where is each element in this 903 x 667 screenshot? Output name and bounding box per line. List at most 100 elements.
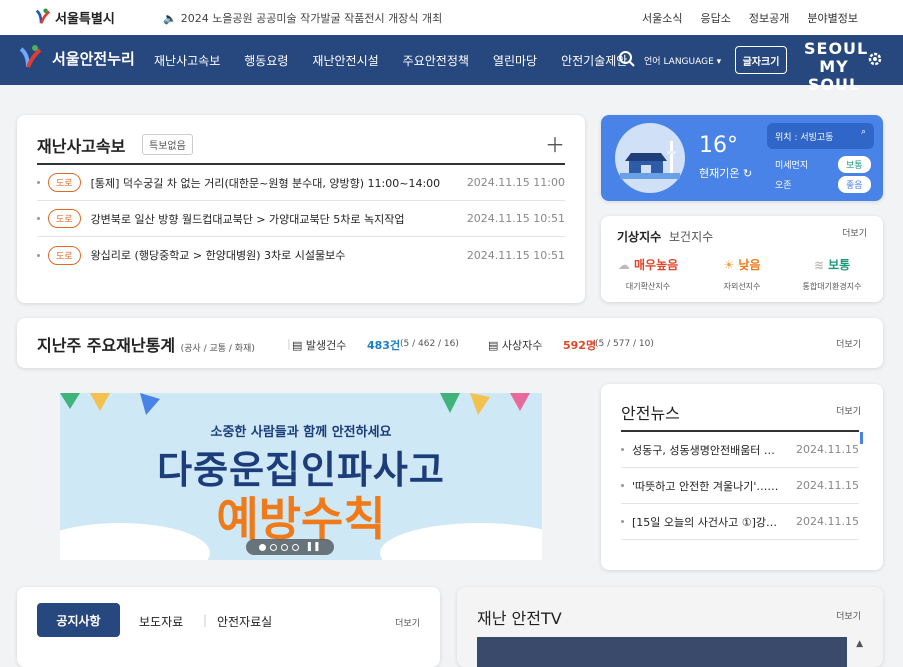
sun-icon: ☀: [723, 258, 735, 272]
ozone-badge: 좋음: [838, 176, 871, 193]
more-link[interactable]: 더보기: [842, 226, 867, 239]
disaster-text: [통제] 덕수궁길 차 없는 거리(대한문~원형 분수대, 양방향) 11:00…: [90, 176, 441, 190]
nav-item[interactable]: 재난안전시설: [312, 52, 378, 69]
video-thumbnail[interactable]: [477, 637, 847, 667]
top-links: 서울소식 응답소 정보공개 분야별정보: [642, 10, 858, 26]
tab-notices[interactable]: 공지사항: [37, 603, 120, 637]
location-search[interactable]: 위치 : 서빙고동 ⌕: [767, 123, 874, 149]
tab-press[interactable]: 보도자료: [139, 613, 183, 630]
slogan-bottom: MY SOUL: [807, 57, 861, 94]
brand-name: 서울안전누리: [52, 49, 135, 68]
index-item: ☁ 매우높음 대기확산지수: [603, 256, 693, 292]
seoul-logo[interactable]: 서울특별시: [33, 7, 115, 27]
index-value: 매우높음: [634, 258, 679, 272]
document-icon: ▤: [292, 339, 303, 352]
plus-icon[interactable]: ＋: [545, 129, 565, 158]
location-text: 위치 : 서빙고동: [775, 133, 834, 143]
road-tag: 도로: [48, 209, 81, 228]
search-icon[interactable]: [618, 50, 636, 68]
disaster-text: 강변북로 일산 방향 월드컵대교북단 > 가양대교북단 5차로 녹지작업: [90, 212, 405, 226]
tab-weather-index[interactable]: 기상지수: [617, 228, 661, 245]
disaster-item[interactable]: 도로 왕십리로 (행당중학교 > 한양대병원) 3차로 시설물보수 2024.11.…: [37, 237, 565, 273]
disaster-date: 2024.11.15 10:51: [466, 248, 565, 262]
casualty-detail: (5 / 577 / 10): [595, 339, 654, 349]
brand-logo[interactable]: 서울안전누리: [16, 43, 135, 73]
tab-safety-data[interactable]: 안전자료실: [217, 613, 272, 630]
gear-icon[interactable]: [866, 50, 884, 68]
slogan-top: SEOUL: [804, 39, 869, 58]
index-item: ≋ 보통 통합대기환경지수: [787, 256, 877, 292]
top-link[interactable]: 분야별정보: [807, 10, 858, 26]
more-link[interactable]: 더보기: [836, 609, 861, 622]
stats-subtitle: (공사 / 교통 / 화재): [180, 344, 255, 354]
top-notice-text: 2024 노을공원 공공미술 작가발굴 작품전시 개장식 개최: [180, 12, 443, 25]
news-date: 2024.11.15: [796, 479, 859, 492]
nav-item[interactable]: 재난사고속보: [154, 52, 220, 69]
seoul-my-soul-logo: SEOUL MY SOUL: [804, 39, 869, 94]
nav-item[interactable]: 행동요령: [244, 52, 288, 69]
casualty-label: 사상자수: [501, 339, 543, 352]
disaster-text: 왕십리로 (행당중학교 > 한양대병원) 3차로 시설물보수: [90, 249, 346, 262]
seoul-emblem-icon: [35, 8, 51, 24]
top-notice[interactable]: 🔈 2024 노을공원 공공미술 작가발굴 작품전시 개장식 개최: [163, 10, 442, 26]
carousel-dot[interactable]: [270, 543, 278, 551]
cloud-icon: ☁: [617, 258, 630, 272]
weather-card: 16° 현재기온 ↻ 위치 : 서빙고동 ⌕ 미세먼지 보통 오존 좋음: [601, 115, 883, 201]
news-title: 안전뉴스: [621, 404, 680, 423]
safety-emblem-icon: [19, 45, 42, 68]
search-icon: ⌕: [860, 127, 866, 137]
carousel-dot[interactable]: [281, 543, 289, 551]
tab-health-index[interactable]: 보건지수: [669, 228, 713, 245]
nav-item[interactable]: 주요안전정책: [403, 52, 469, 69]
top-link[interactable]: 응답소: [701, 10, 731, 26]
disaster-item[interactable]: 도로 강변북로 일산 방향 월드컵대교북단 > 가양대교북단 5차로 녹지작업 20…: [37, 201, 565, 237]
language-select[interactable]: 언어 LANGUAGE ▾: [644, 54, 721, 67]
ozone-label: 오존: [775, 181, 792, 191]
disaster-date: 2024.11.15 11:00: [466, 176, 565, 189]
news-item[interactable]: 성동구, 성동생명안전배움터 … 2024.11.15: [621, 432, 859, 468]
index-value: 낮음: [738, 258, 761, 272]
more-link[interactable]: 더보기: [836, 337, 861, 350]
news-text: [15일 오늘의 사건사고 ①]강…: [632, 515, 778, 529]
promo-banner[interactable]: 소중한 사람들과 함께 안전하세요 다중운집인파사고 예방수칙 ❚❚: [60, 393, 542, 560]
index-item: ☀ 낮음자외선지수: [697, 256, 787, 292]
occurrence-label: 발생건수: [305, 339, 347, 352]
index-label: 통합대기환경지수: [802, 282, 862, 291]
disaster-item[interactable]: 도로 [통제] 덕수궁길 차 없는 거리(대한문~원형 분수대, 양방향) 11:…: [37, 165, 565, 201]
index-label: 자외선지수: [723, 282, 761, 291]
safety-news-card: 안전뉴스 더보기 성동구, 성동생명안전배움터 … 2024.11.15 '따뜻하…: [601, 384, 883, 570]
refresh-icon[interactable]: ↻: [743, 167, 752, 180]
occurrence-value: 483건: [367, 339, 401, 352]
banner-line1: 소중한 사람들과 함께 안전하세요: [210, 425, 392, 440]
scrollbar[interactable]: [860, 432, 863, 444]
chevron-down-icon: ▾: [716, 57, 722, 67]
more-link[interactable]: 더보기: [836, 404, 861, 417]
chevron-up-icon[interactable]: ▲: [856, 639, 863, 649]
disaster-stats-card: 지난주 주요재난통계 (공사 / 교통 / 화재) | ▤ 발생건수 483건 …: [17, 318, 883, 368]
notice-card: 공지사항 보도자료 | 안전자료실 더보기: [17, 587, 440, 667]
carousel-controls: ❚❚: [246, 539, 334, 555]
tv-title: 재난 안전TV: [477, 609, 562, 628]
more-link[interactable]: 더보기: [395, 616, 420, 629]
speaker-icon: 🔈: [163, 11, 177, 25]
temperature-label: 현재기온: [699, 167, 740, 180]
news-item[interactable]: [15일 오늘의 사건사고 ①]강… 2024.11.15: [621, 504, 859, 540]
main-nav: 서울안전누리 재난사고속보 행동요령 재난안전시설 주요안전정책 열린마당 안전…: [0, 35, 903, 94]
top-link[interactable]: 서울소식: [642, 10, 682, 26]
nav-item[interactable]: 열린마당: [493, 52, 537, 69]
occurrence-detail: (5 / 462 / 16): [400, 339, 459, 349]
news-text: '따뜻하고 안전한 겨울나기'……: [632, 479, 779, 493]
pause-icon[interactable]: ❚❚: [305, 542, 320, 552]
top-link[interactable]: 정보공개: [749, 10, 789, 26]
news-date: 2024.11.15: [796, 443, 859, 456]
font-size-button[interactable]: 글자크기: [735, 46, 787, 74]
casualty-value: 592명: [563, 339, 597, 352]
news-text: 성동구, 성동생명안전배움터 …: [632, 443, 775, 457]
haze-icon: ≋: [813, 258, 824, 272]
news-item[interactable]: '따뜻하고 안전한 겨울나기'…… 2024.11.15: [621, 468, 859, 504]
disaster-date: 2024.11.15 10:51: [466, 212, 565, 225]
carousel-dot[interactable]: [259, 543, 267, 551]
top-bar: 서울특별시 🔈 2024 노을공원 공공미술 작가발굴 작품전시 개장식 개최 …: [0, 0, 903, 35]
carousel-dot[interactable]: [292, 543, 300, 551]
road-tag: 도로: [48, 245, 81, 265]
